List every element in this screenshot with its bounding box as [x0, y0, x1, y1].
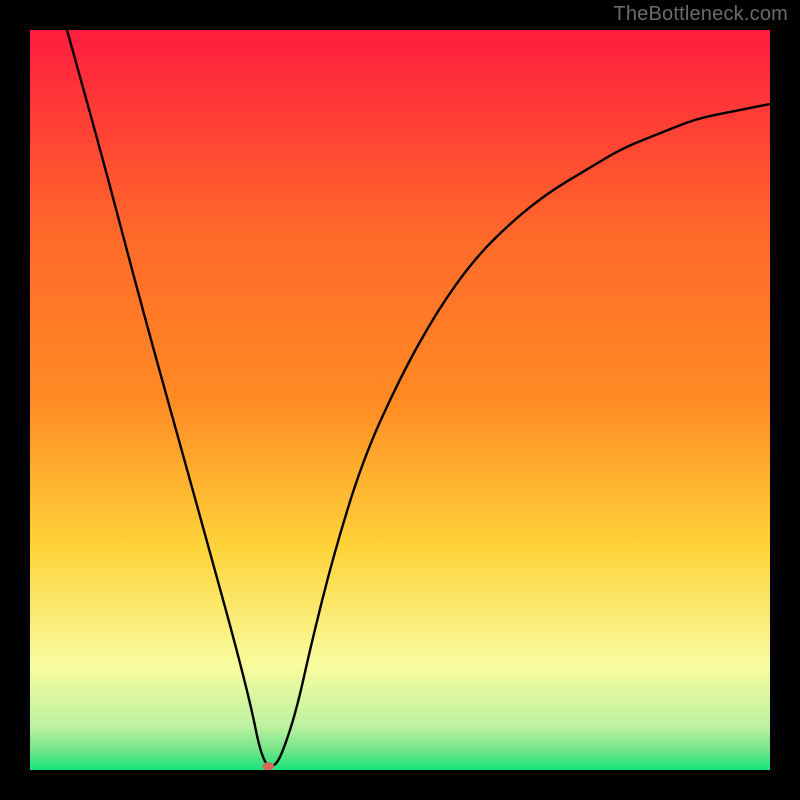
minimum-marker [262, 762, 274, 770]
plot-svg [30, 30, 770, 770]
watermark-text: TheBottleneck.com [613, 3, 788, 26]
plot-area [30, 30, 770, 770]
chart-frame: TheBottleneck.com [0, 0, 800, 800]
gradient-background [30, 30, 770, 770]
